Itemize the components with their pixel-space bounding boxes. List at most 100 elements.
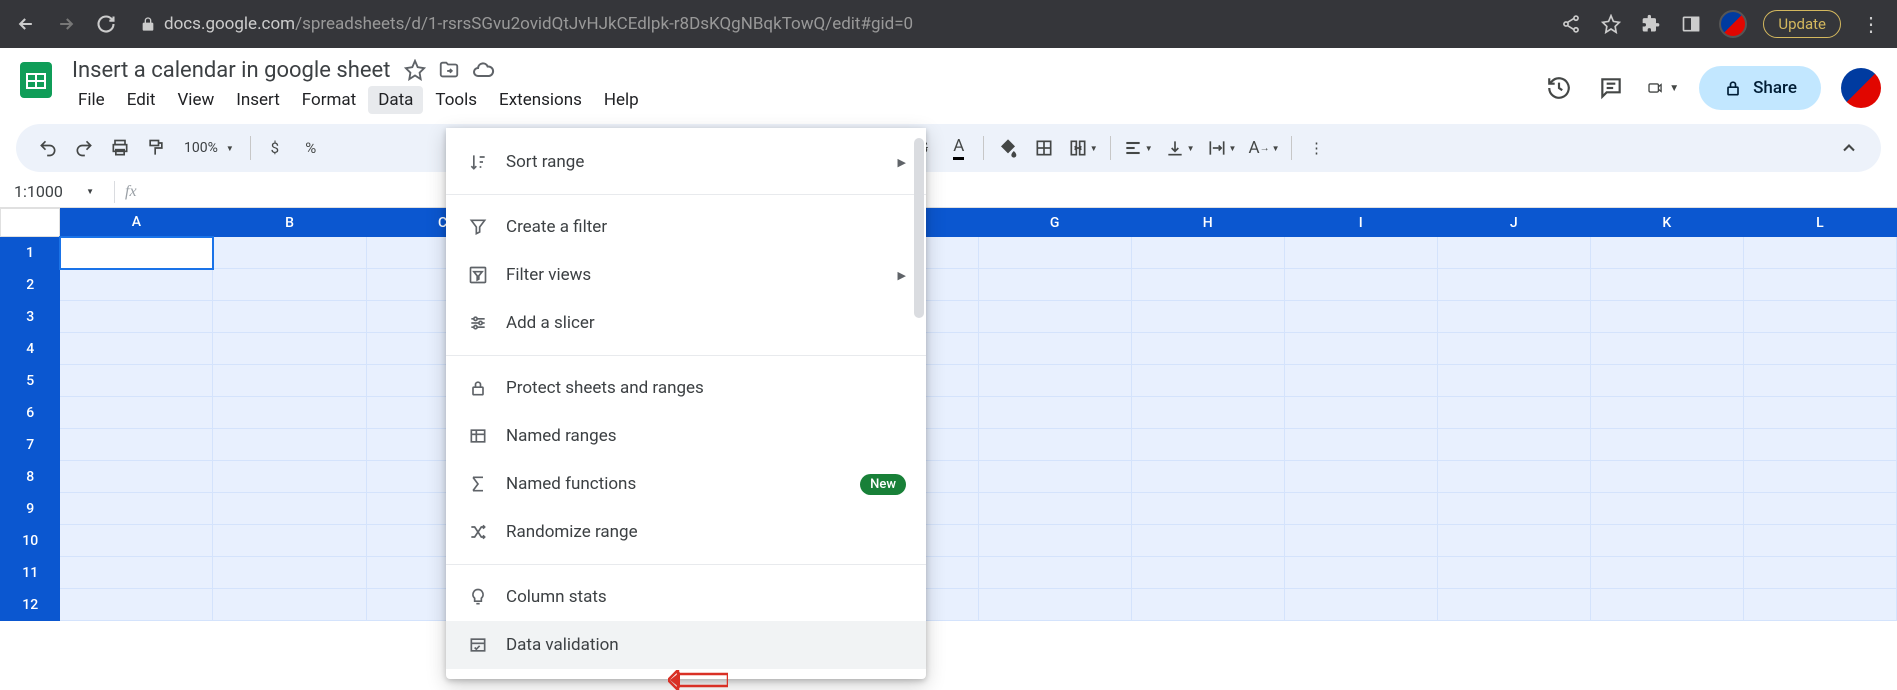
cell[interactable] <box>1590 397 1743 429</box>
cell[interactable] <box>1284 237 1437 269</box>
cell[interactable] <box>1743 493 1896 525</box>
menu-help[interactable]: Help <box>594 86 649 114</box>
text-color-button[interactable]: A <box>943 132 975 164</box>
cell[interactable] <box>1131 301 1284 333</box>
cell[interactable] <box>60 333 213 365</box>
cell[interactable] <box>1131 493 1284 525</box>
row-header[interactable]: 6 <box>1 397 60 429</box>
cell[interactable] <box>1437 365 1590 397</box>
cell[interactable] <box>1437 429 1590 461</box>
history-icon[interactable] <box>1543 72 1575 104</box>
currency-button[interactable]: $ <box>259 132 291 164</box>
more-toolbar-icon[interactable]: ⋮ <box>1300 132 1332 164</box>
cell[interactable] <box>1743 429 1896 461</box>
cell[interactable] <box>60 397 213 429</box>
cell[interactable] <box>978 269 1131 301</box>
menu-protect-sheets[interactable]: Protect sheets and ranges <box>446 364 926 412</box>
menu-column-stats[interactable]: Column stats <box>446 573 926 621</box>
update-button[interactable]: Update <box>1763 10 1841 38</box>
print-button[interactable] <box>104 132 136 164</box>
cell[interactable] <box>1131 397 1284 429</box>
text-wrap-button[interactable]: ▼ <box>1203 132 1241 164</box>
cell[interactable] <box>1131 237 1284 269</box>
cell[interactable] <box>213 237 366 269</box>
cell[interactable] <box>1284 461 1437 493</box>
menu-sort-range[interactable]: Sort range ▶ <box>446 138 926 186</box>
account-avatar[interactable] <box>1841 68 1881 108</box>
col-header[interactable]: H <box>1131 209 1284 237</box>
paint-format-button[interactable] <box>140 132 172 164</box>
cell[interactable] <box>1437 589 1590 621</box>
cell[interactable] <box>1743 301 1896 333</box>
cell[interactable] <box>1437 237 1590 269</box>
cell[interactable] <box>1131 589 1284 621</box>
cell[interactable] <box>1131 557 1284 589</box>
col-header[interactable]: L <box>1743 209 1896 237</box>
cell[interactable] <box>1437 525 1590 557</box>
cell[interactable] <box>1590 557 1743 589</box>
menu-randomize-range[interactable]: Randomize range <box>446 508 926 556</box>
menu-insert[interactable]: Insert <box>226 86 290 114</box>
row-header[interactable]: 4 <box>1 333 60 365</box>
cell[interactable] <box>1590 301 1743 333</box>
cell[interactable] <box>60 461 213 493</box>
menu-data[interactable]: Data <box>368 86 423 114</box>
cell[interactable] <box>1131 269 1284 301</box>
name-box[interactable]: 1:1000▼ <box>4 180 104 203</box>
row-header[interactable]: 8 <box>1 461 60 493</box>
cell[interactable] <box>1437 269 1590 301</box>
move-folder-icon[interactable] <box>436 57 462 83</box>
menu-create-filter[interactable]: Create a filter <box>446 203 926 251</box>
cell[interactable] <box>213 365 366 397</box>
document-title[interactable]: Insert a calendar in google sheet <box>68 56 394 85</box>
cell[interactable] <box>1590 269 1743 301</box>
cell[interactable] <box>1131 429 1284 461</box>
cell[interactable] <box>1437 557 1590 589</box>
row-header[interactable]: 10 <box>1 525 60 557</box>
cell[interactable] <box>1590 461 1743 493</box>
vertical-align-button[interactable]: ▼ <box>1161 132 1199 164</box>
row-header[interactable]: 2 <box>1 269 60 301</box>
row-header[interactable]: 5 <box>1 365 60 397</box>
cell[interactable] <box>1743 237 1896 269</box>
cell[interactable] <box>1743 589 1896 621</box>
text-rotation-button[interactable]: A→▼ <box>1244 132 1283 164</box>
col-header[interactable]: J <box>1437 209 1590 237</box>
spreadsheet-grid[interactable]: A B C D E F G H I J K L 1 2 3 4 5 6 7 8 … <box>0 208 1897 687</box>
cell[interactable] <box>1437 493 1590 525</box>
undo-button[interactable] <box>32 132 64 164</box>
cell[interactable] <box>1743 397 1896 429</box>
cell[interactable] <box>978 525 1131 557</box>
menu-file[interactable]: File <box>68 86 115 114</box>
cell[interactable] <box>213 333 366 365</box>
reload-button[interactable] <box>92 10 120 38</box>
cell[interactable] <box>978 557 1131 589</box>
cell[interactable] <box>978 301 1131 333</box>
cell[interactable] <box>1743 333 1896 365</box>
cell[interactable] <box>1590 589 1743 621</box>
cell[interactable] <box>213 525 366 557</box>
cell[interactable] <box>1284 429 1437 461</box>
cell[interactable] <box>1131 333 1284 365</box>
cell[interactable] <box>1590 365 1743 397</box>
formula-input[interactable] <box>137 183 1889 200</box>
menu-add-slicer[interactable]: Add a slicer <box>446 299 926 347</box>
cell[interactable] <box>1590 493 1743 525</box>
select-all-corner[interactable] <box>1 209 60 237</box>
zoom-select[interactable]: 100%▼ <box>176 140 242 156</box>
cloud-status-icon[interactable] <box>470 57 496 83</box>
cell[interactable] <box>1743 269 1896 301</box>
cell[interactable] <box>1131 461 1284 493</box>
cell[interactable] <box>978 365 1131 397</box>
col-header[interactable]: I <box>1284 209 1437 237</box>
cell[interactable] <box>213 557 366 589</box>
extensions-icon[interactable] <box>1639 12 1663 36</box>
cell[interactable] <box>1284 333 1437 365</box>
cell[interactable] <box>978 333 1131 365</box>
browser-menu-icon[interactable]: ⋮ <box>1857 12 1885 36</box>
profile-avatar-small[interactable] <box>1719 10 1747 38</box>
percent-button[interactable]: % <box>295 132 327 164</box>
row-header[interactable]: 12 <box>1 589 60 621</box>
menu-extensions[interactable]: Extensions <box>489 86 592 114</box>
cell[interactable] <box>213 397 366 429</box>
